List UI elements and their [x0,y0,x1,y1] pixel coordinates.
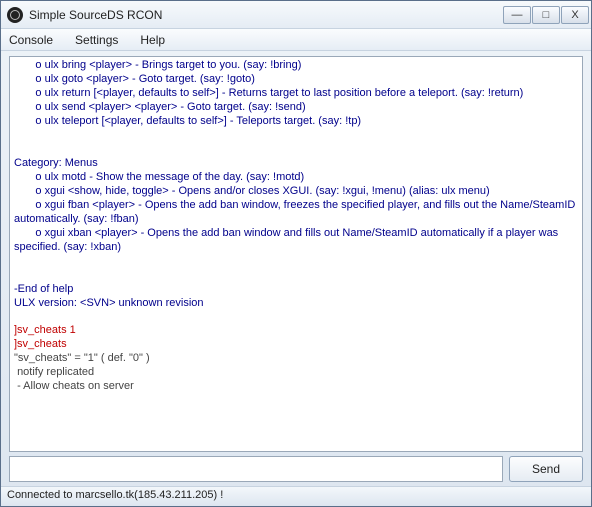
console-output[interactable]: o ulx bring <player> - Brings target to … [9,56,583,452]
menu-help[interactable]: Help [136,31,169,49]
status-text: Connected to marcsello.tk(185.43.211.205… [7,489,223,501]
console-text-gray: "sv_cheats" = "1" ( def. "0" ) notify re… [14,352,150,392]
console-text-blue: o ulx bring <player> - Brings target to … [14,59,578,309]
minimize-button[interactable]: — [503,6,531,24]
titlebar: Simple SourceDS RCON — □ X [1,1,591,29]
window-title: Simple SourceDS RCON [29,8,503,22]
menu-console[interactable]: Console [5,31,57,49]
send-button[interactable]: Send [509,456,583,482]
app-window: Simple SourceDS RCON — □ X Console Setti… [0,0,592,507]
input-row: Send [9,456,583,482]
console-text-red: ]sv_cheats 1 ]sv_cheats [14,324,76,350]
menubar: Console Settings Help [1,29,591,51]
command-input[interactable] [9,456,503,482]
window-controls: — □ X [503,6,589,24]
maximize-button[interactable]: □ [532,6,560,24]
app-icon [7,7,23,23]
statusbar: Connected to marcsello.tk(185.43.211.205… [1,486,591,506]
content-area: o ulx bring <player> - Brings target to … [1,51,591,486]
menu-settings[interactable]: Settings [71,31,122,49]
close-button[interactable]: X [561,6,589,24]
